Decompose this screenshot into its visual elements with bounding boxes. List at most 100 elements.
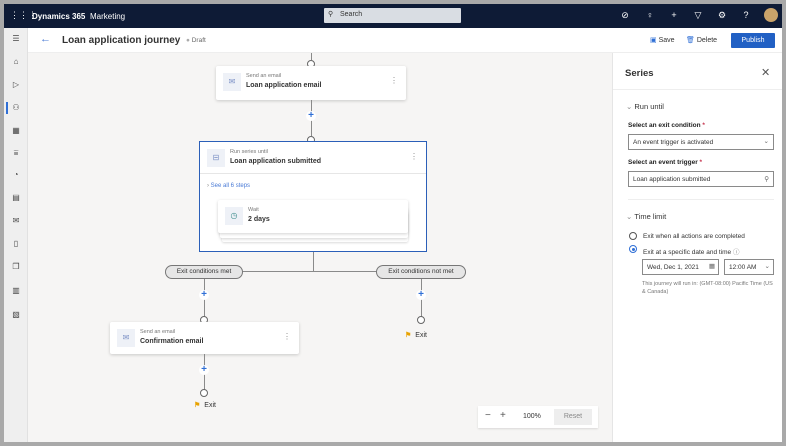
save-button[interactable]: ▣ Save: [650, 36, 675, 44]
add-icon[interactable]: +: [668, 10, 680, 20]
app-launcher-icon[interactable]: ⋮⋮⋮: [10, 10, 37, 21]
more-options-icon[interactable]: ⋮: [410, 152, 418, 161]
exit-marker: ⚑ Exit: [405, 331, 427, 339]
card-title: Confirmation email: [140, 338, 204, 345]
journey-canvas[interactable]: ✉ Send an email Loan application email ⋮…: [28, 53, 612, 442]
page-title: Loan application journey: [62, 35, 181, 46]
required-marker: *: [702, 122, 705, 129]
module-name: Marketing: [90, 12, 126, 21]
home-icon[interactable]: ⌂: [4, 53, 28, 71]
zoom-controls: − + 100% Reset: [478, 406, 598, 428]
branch-exit-conditions-not-met[interactable]: Exit conditions not met: [376, 265, 466, 279]
series-icon: ⊟: [207, 149, 225, 167]
phone-icon[interactable]: ▯: [4, 235, 28, 253]
reset-button[interactable]: Reset: [554, 409, 592, 425]
date-picker[interactable]: Wed, Dec 1, 2021 ▦: [642, 259, 719, 275]
exit-label: Exit: [415, 332, 427, 339]
settings-icon[interactable]: ⚙: [716, 10, 728, 21]
email-card-confirmation[interactable]: ✉ Send an email Confirmation email ⋮: [110, 322, 299, 354]
card-type: Send an email: [246, 73, 282, 79]
input-value: Loan application submitted: [633, 176, 711, 183]
left-nav: ☰ ⌂ ▷ ⚇ ▦ ⩸ ◔ ▤ ✉ ▯ ❐ ▥ ▧ RM: [4, 28, 28, 442]
wait-card[interactable]: ◷ Wait 2 days: [218, 200, 408, 233]
analytics-icon[interactable]: ◔: [4, 166, 28, 184]
email-icon: ✉: [223, 73, 241, 91]
segments-icon[interactable]: ▦: [4, 122, 28, 140]
add-step-button[interactable]: +: [199, 365, 209, 375]
back-arrow-icon[interactable]: ←: [40, 33, 51, 45]
triggers-icon[interactable]: ⩸: [4, 144, 28, 162]
label-text: Select an exit condition: [628, 122, 701, 129]
save-icon: ▣: [650, 37, 659, 44]
branch-exit-conditions-met[interactable]: Exit conditions met: [165, 265, 243, 279]
time-value: 12:00 AM: [729, 264, 757, 271]
more-options-icon[interactable]: ⋮: [390, 76, 398, 85]
status-badge: ● Draft: [186, 37, 206, 44]
search-icon: ⚲: [764, 176, 769, 183]
required-marker: *: [699, 159, 703, 166]
add-step-button[interactable]: +: [416, 290, 426, 300]
add-step-button[interactable]: +: [306, 111, 316, 121]
exit-label: Exit: [204, 402, 216, 409]
search-input[interactable]: ⚲ Search: [324, 8, 461, 23]
close-icon[interactable]: ✕: [761, 66, 770, 79]
exit-marker: ⚑ Exit: [194, 401, 216, 409]
filter-icon[interactable]: ▽: [692, 10, 704, 21]
flag-icon: ⚑: [194, 402, 201, 409]
forms-icon[interactable]: ▤: [4, 189, 28, 207]
zoom-out-button[interactable]: −: [485, 410, 491, 421]
event-trigger-label: Select an event trigger *: [628, 159, 702, 166]
assistant-icon[interactable]: ⊘: [619, 10, 631, 21]
run-until-section[interactable]: ⌄ Run until: [626, 102, 664, 111]
publish-button[interactable]: Publish: [731, 33, 775, 48]
email-icon: ✉: [117, 329, 135, 347]
label-text: Select an event trigger: [628, 159, 698, 166]
exit-condition-select[interactable]: An event trigger is activated ⌄: [628, 134, 774, 150]
radio-label: Exit when all actions are completed: [643, 233, 745, 240]
radio-exit-all-actions[interactable]: [629, 232, 637, 240]
play-icon[interactable]: ▷: [4, 76, 28, 94]
lightbulb-icon[interactable]: ♀: [644, 10, 656, 20]
library-icon[interactable]: ❐: [4, 258, 28, 276]
card-title: Loan application submitted: [230, 158, 322, 165]
radio-text: Exit at a specific date and time: [643, 249, 732, 256]
series-panel: Series ✕ ⌄ Run until Select an exit cond…: [612, 53, 782, 442]
info-icon[interactable]: ⓘ: [733, 249, 740, 256]
event-trigger-input[interactable]: Loan application submitted ⚲: [628, 171, 774, 187]
date-value: Wed, Dec 1, 2021: [647, 264, 699, 271]
timezone-note: This journey will run in: (GMT-08:00) Pa…: [642, 281, 773, 295]
connector-node: [200, 389, 208, 397]
series-card[interactable]: ⊟ Run series until Loan application subm…: [199, 141, 427, 252]
time-limit-section[interactable]: ⌄ Time limit: [626, 212, 666, 221]
section-label: Run until: [634, 102, 664, 111]
email-card-loan-application[interactable]: ✉ Send an email Loan application email ⋮: [216, 66, 406, 100]
time-select[interactable]: 12:00 AM ⌄: [724, 259, 774, 275]
status-text: Draft: [191, 37, 206, 44]
exit-condition-label: Select an exit condition *: [628, 122, 705, 129]
search-placeholder: Search: [340, 11, 363, 18]
panel-title: Series: [625, 68, 654, 79]
see-all-steps-link[interactable]: › See all 6 steps: [207, 183, 250, 189]
user-avatar[interactable]: [764, 8, 778, 22]
email-icon[interactable]: ✉: [4, 212, 28, 230]
delete-button[interactable]: 🗑 Delete: [686, 36, 717, 44]
save-label: Save: [658, 37, 675, 44]
connector-node: [417, 316, 425, 324]
zoom-in-button[interactable]: +: [500, 410, 506, 421]
help-icon[interactable]: ?: [740, 10, 752, 20]
journeys-icon[interactable]: ⚇: [4, 99, 28, 117]
card-type: Wait: [248, 207, 259, 213]
card-type: Send an email: [140, 329, 176, 335]
settings-nav-icon[interactable]: ▧: [4, 306, 28, 324]
zoom-level: 100%: [523, 413, 541, 420]
add-step-button[interactable]: +: [199, 290, 209, 300]
chevron-down-icon: ⌄: [763, 138, 769, 145]
section-label: Time limit: [634, 212, 667, 221]
app-window: ⋮⋮⋮ Dynamics 365 Marketing ⚲ Search ⊘ ♀ +…: [4, 4, 782, 442]
page-header: ← Loan application journey ● Draft ▣ Sav…: [28, 28, 782, 53]
assets-icon[interactable]: ▥: [4, 282, 28, 300]
hamburger-icon[interactable]: ☰: [4, 30, 28, 48]
brand[interactable]: Dynamics 365: [32, 12, 85, 21]
radio-exit-specific-date[interactable]: [629, 245, 637, 253]
more-options-icon[interactable]: ⋮: [283, 332, 291, 341]
